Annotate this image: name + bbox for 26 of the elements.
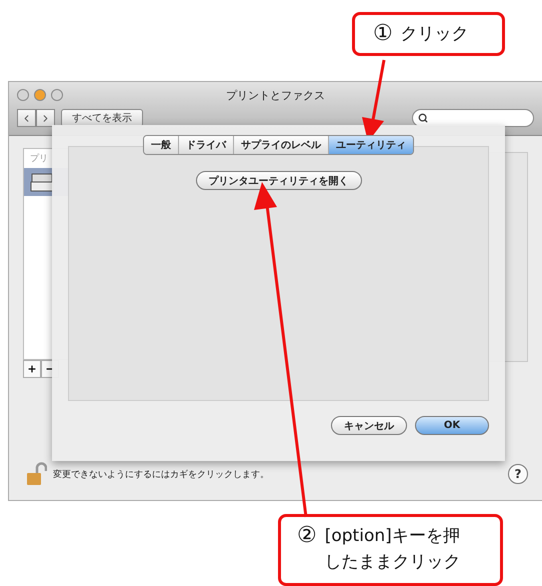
- add-button[interactable]: [23, 360, 41, 378]
- plus-icon: [27, 364, 37, 374]
- open-utility-button[interactable]: プリンタユーティリティを開く: [196, 171, 362, 190]
- help-button[interactable]: ?: [508, 464, 528, 484]
- minimize-button[interactable]: [34, 89, 46, 102]
- step-number: ①: [373, 21, 393, 47]
- tab[interactable]: ユーティリティ: [329, 136, 413, 154]
- search-field[interactable]: [412, 109, 534, 128]
- search-icon: [418, 113, 428, 124]
- callout-text: したままクリック: [324, 551, 461, 574]
- tab[interactable]: サプライのレベル: [234, 136, 329, 154]
- lock-icon[interactable]: [25, 462, 47, 486]
- ok-button[interactable]: OK: [415, 416, 489, 436]
- callout-text: [option]キーを押: [324, 525, 461, 548]
- lock-hint-text: 変更できないようにするにはカギをクリックします。: [53, 468, 269, 480]
- tab[interactable]: 一般: [144, 136, 179, 154]
- back-button[interactable]: [17, 109, 36, 128]
- cancel-button[interactable]: キャンセル: [331, 416, 407, 436]
- forward-button[interactable]: [36, 109, 55, 128]
- close-button[interactable]: [17, 89, 29, 102]
- window-title: プリントとファクス: [226, 88, 325, 103]
- tab[interactable]: ドライバ: [179, 136, 234, 154]
- zoom-button[interactable]: [51, 89, 63, 102]
- list-header: プリ: [29, 152, 49, 166]
- step-number: ②: [297, 523, 317, 549]
- callout-text: クリック: [400, 23, 469, 46]
